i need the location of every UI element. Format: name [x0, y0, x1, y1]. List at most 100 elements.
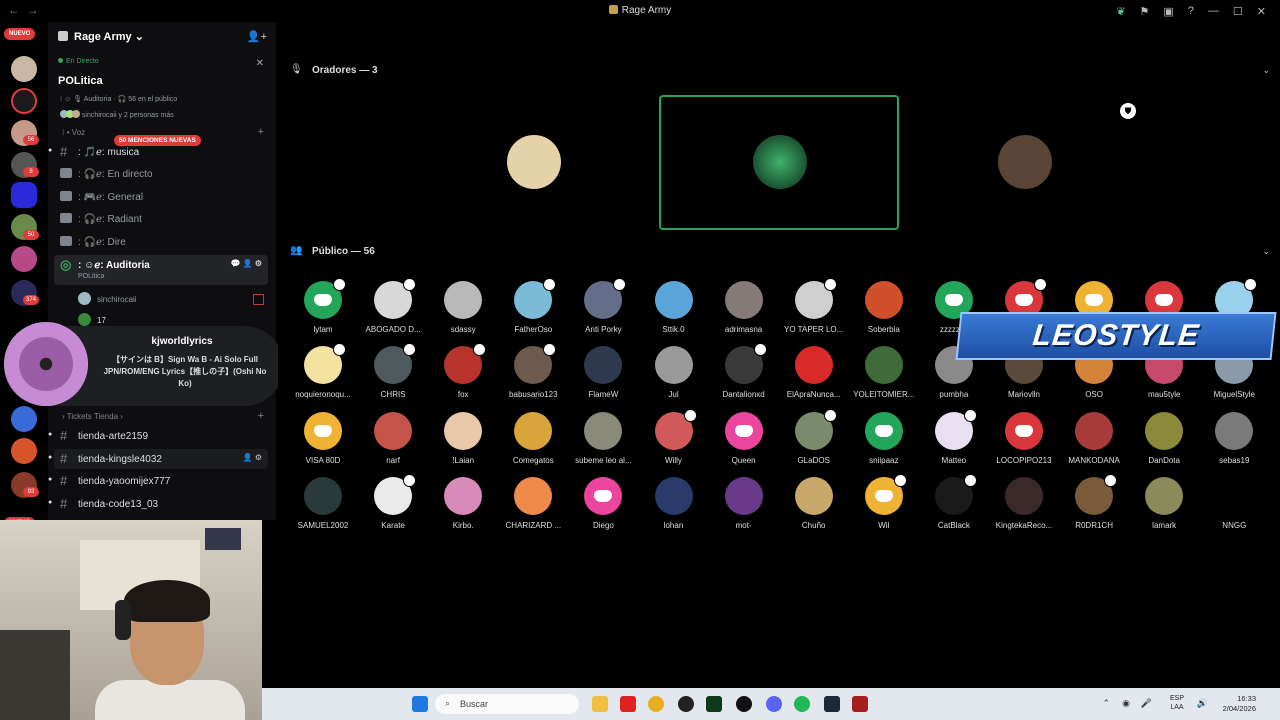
- audience-member[interactable]: fox: [428, 343, 498, 399]
- audience-member[interactable]: FlameW: [568, 346, 638, 399]
- server-icon-10[interactable]: [11, 438, 37, 464]
- audience-member[interactable]: sdassy: [428, 281, 498, 334]
- audience-member[interactable]: Diego: [568, 476, 638, 530]
- server-icon-2[interactable]: [11, 88, 37, 114]
- audience-member[interactable]: mot-: [709, 476, 779, 530]
- channel-general[interactable]: : 🎮ℯ: General: [54, 187, 268, 207]
- channel-tools-icon[interactable]: 💬 👤 ⚙: [230, 259, 262, 268]
- server-name-header[interactable]: Rage Army ⌄: [58, 30, 144, 43]
- nvidia-icon[interactable]: [706, 696, 722, 712]
- channel-radiant[interactable]: : 🎧ℯ: Radiant: [54, 209, 268, 229]
- audience-member[interactable]: subeme leo al...: [568, 411, 638, 465]
- audience-member[interactable]: Soberbia: [849, 281, 919, 334]
- add-channel-icon[interactable]: +: [258, 410, 264, 422]
- audience-member[interactable]: sniipaaz: [849, 411, 919, 465]
- chevron-down-icon[interactable]: ⌄: [1262, 246, 1270, 257]
- audience-member[interactable]: !Laian: [428, 411, 498, 465]
- channel-ticket[interactable]: ● # tienda-code13_03: [48, 494, 268, 514]
- audience-member[interactable]: ElApraNunca...: [779, 346, 849, 399]
- spotify-icon[interactable]: [794, 696, 810, 712]
- channel-auditoria[interactable]: ◎ : ☺ℯ: Auditoria POLitica 💬 👤 ⚙: [54, 255, 268, 285]
- audience-member[interactable]: noquieronoqu...: [288, 343, 358, 399]
- chevron-down-icon[interactable]: ⌄: [1262, 65, 1270, 76]
- audience-member[interactable]: CHRIS: [358, 343, 428, 399]
- channel-tools-icon[interactable]: 👤 ⚙: [243, 453, 262, 462]
- speaker-tile[interactable]: [659, 95, 899, 230]
- audience-member[interactable]: Matteo: [919, 408, 989, 465]
- category-tickets[interactable]: › Tickets Tienda ›: [62, 412, 123, 421]
- audience-member[interactable]: NNGG: [1199, 476, 1269, 530]
- audience-member[interactable]: Dantalionxd: [709, 343, 779, 399]
- audience-member[interactable]: narf: [358, 411, 428, 465]
- audience-member[interactable]: VISA 80D: [288, 411, 358, 465]
- language-indicator[interactable]: ESP LAA: [1170, 694, 1184, 712]
- dota-icon[interactable]: [852, 696, 868, 712]
- audience-member[interactable]: DanDota: [1129, 411, 1199, 465]
- server-icon-5[interactable]: [11, 182, 37, 208]
- audience-member[interactable]: Karate: [358, 473, 428, 530]
- audience-member[interactable]: KingtekaReco...: [989, 476, 1059, 530]
- audience-member[interactable]: ABOGADO D...: [358, 278, 428, 334]
- steam-icon[interactable]: [824, 696, 840, 712]
- minimize-icon[interactable]: —: [1208, 5, 1219, 17]
- audience-member[interactable]: adrimasna: [709, 281, 779, 334]
- nitro-leaf-icon[interactable]: ❦: [1116, 5, 1125, 18]
- wifi-icon[interactable]: ◉: [1122, 698, 1130, 709]
- audience-member[interactable]: Kirbo.: [428, 476, 498, 530]
- channel-ticket[interactable]: ● # tienda-kingsle4032 👤 ⚙: [48, 449, 268, 469]
- audience-member[interactable]: LOCOPIPO213: [989, 411, 1059, 465]
- audience-member[interactable]: YOLEITOMIER...: [849, 346, 919, 399]
- app-icon[interactable]: [736, 696, 752, 712]
- windows-start-icon[interactable]: [412, 696, 428, 712]
- server-icon-7[interactable]: [11, 246, 37, 272]
- audience-member[interactable]: babusario123: [498, 343, 568, 399]
- mic-icon[interactable]: 🎤: [1141, 698, 1152, 709]
- speaker-tile[interactable]: [413, 95, 653, 230]
- server-icon-9[interactable]: [11, 406, 37, 432]
- audience-member[interactable]: CHARIZARD ...: [498, 476, 568, 530]
- audience-member[interactable]: CatBlack: [919, 473, 989, 530]
- audience-member[interactable]: YO TAPER LO...: [779, 278, 849, 334]
- audience-member[interactable]: FatherOso: [498, 278, 568, 334]
- server-icon-1[interactable]: [11, 56, 37, 82]
- audience-member[interactable]: Willy: [639, 408, 709, 465]
- youtube-icon[interactable]: [620, 696, 636, 712]
- sound-icon[interactable]: 🔊: [1197, 698, 1208, 709]
- audience-member[interactable]: lohan: [639, 476, 709, 530]
- inbox-icon[interactable]: ▣: [1163, 5, 1173, 18]
- audience-member[interactable]: Wil: [849, 473, 919, 530]
- channel-en-directo[interactable]: : 🎧ℯ: En directo: [54, 164, 268, 184]
- channel-musica[interactable]: ● #: 🎵ℯ: musica: [48, 142, 268, 162]
- channel-ticket[interactable]: ● # tienda-yaoomijex777: [48, 471, 268, 491]
- audience-member[interactable]: Queen: [709, 411, 779, 465]
- audience-member[interactable]: MANKODANA: [1059, 411, 1129, 465]
- help-icon[interactable]: ?: [1188, 5, 1194, 17]
- channel-dire[interactable]: : 🎧ℯ: Dire: [54, 232, 268, 252]
- audience-member[interactable]: Sttik.0: [639, 281, 709, 334]
- close-icon[interactable]: ✕: [256, 58, 264, 69]
- voice-member[interactable]: sinchirocaii: [78, 292, 137, 305]
- invite-icon[interactable]: 👤+: [247, 30, 267, 43]
- close-window-icon[interactable]: ✕: [1257, 5, 1266, 18]
- audience-member[interactable]: lytam: [288, 278, 358, 334]
- audience-member[interactable]: GLaDOS: [779, 408, 849, 465]
- tray-chevron-icon[interactable]: ⌃: [1102, 698, 1110, 709]
- file-explorer-icon[interactable]: [592, 696, 608, 712]
- channel-ticket[interactable]: ● # tienda-arte2159: [48, 426, 268, 446]
- audience-member[interactable]: sebas19: [1199, 411, 1269, 465]
- audience-member[interactable]: Anti Porky: [568, 278, 638, 334]
- discord-icon[interactable]: [766, 696, 782, 712]
- speaker-tile[interactable]: ⛊: [904, 95, 1144, 230]
- chrome-icon[interactable]: [648, 696, 664, 712]
- obs-icon[interactable]: [678, 696, 694, 712]
- audience-member[interactable]: Comegatos: [498, 411, 568, 465]
- audience-member[interactable]: Jul: [639, 346, 709, 399]
- voice-member[interactable]: 17: [78, 313, 106, 326]
- audience-member[interactable]: R0DR1CH: [1059, 473, 1129, 530]
- add-channel-icon[interactable]: +: [258, 126, 264, 138]
- audience-member[interactable]: SAMUEL2002: [288, 476, 358, 530]
- category-voice[interactable]: ⁝ • Voz: [62, 128, 85, 137]
- pin-icon[interactable]: ⚑: [1140, 5, 1150, 18]
- clock[interactable]: 16:33 2/04/2026: [1223, 694, 1256, 714]
- audience-member[interactable]: lamark: [1129, 476, 1199, 530]
